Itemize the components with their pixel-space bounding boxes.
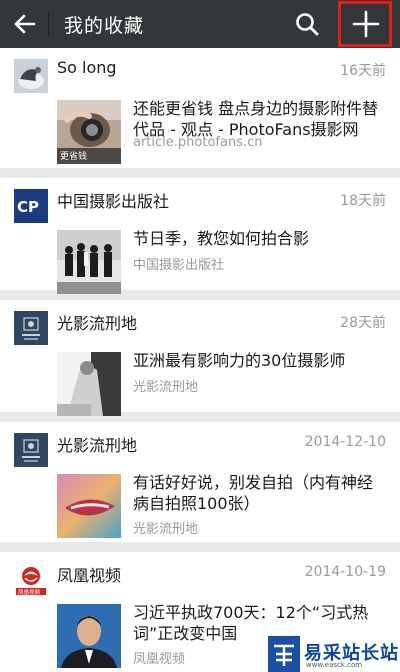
thumbnail bbox=[57, 230, 121, 294]
watermark-logo-icon bbox=[268, 636, 300, 672]
thumbnail bbox=[57, 604, 121, 668]
favorite-item[interactable]: CP 中国摄影出版社 18天前 节日季，教您如何拍合影 中国摄影出版社 bbox=[0, 178, 400, 294]
thumbnail bbox=[57, 474, 121, 538]
timestamp: 18天前 bbox=[340, 193, 386, 209]
avatar bbox=[14, 311, 48, 345]
article-title: 还能更省钱 盘点身边的摄影附件替代品 - 观点 - PhotoFans摄影网 bbox=[133, 99, 379, 139]
svg-text:凤凰视频: 凤凰视频 bbox=[18, 588, 41, 596]
page-title: 我的收藏 bbox=[64, 15, 145, 37]
avatar bbox=[14, 59, 48, 93]
article-title: 节日季，教您如何拍合影 bbox=[133, 229, 310, 248]
timestamp: 2014-10-19 bbox=[304, 564, 386, 580]
favorite-item[interactable]: So long 16天前 更省钱 还能更省钱 盘点身边的摄影附件替代品 - 观点… bbox=[0, 48, 400, 168]
annotation-highlight-box bbox=[338, 1, 392, 47]
article-source: 凤凰视频 bbox=[133, 652, 186, 667]
source-name: 中国摄影出版社 bbox=[57, 192, 170, 211]
avatar bbox=[14, 433, 48, 467]
svg-text:更省钱: 更省钱 bbox=[60, 150, 87, 162]
search-icon[interactable] bbox=[292, 9, 322, 39]
favorites-screen: 我的收藏 So long 16天前 更省钱 还能更省钱 盘点身边的摄影附件替代品… bbox=[0, 0, 400, 672]
source-name: 光影流刑地 bbox=[57, 314, 138, 333]
favorite-item[interactable]: 光影流刑地 28天前 亚洲最有影响力的30位摄影师 光影流刑地 bbox=[0, 300, 400, 416]
article-title: 亚洲最有影响力的30位摄影师 bbox=[133, 351, 346, 370]
thumbnail bbox=[57, 352, 121, 416]
avatar: 凤凰视频 bbox=[14, 563, 48, 597]
thumbnail: 更省钱 bbox=[57, 100, 121, 164]
favorite-item[interactable]: 光影流刑地 2014-12-10 有话好好说，别发自拍（内有神经病自拍照100张… bbox=[0, 422, 400, 542]
timestamp: 16天前 bbox=[340, 63, 386, 79]
source-name: So long bbox=[57, 58, 117, 77]
watermark-url: www.easck.com bbox=[306, 661, 363, 669]
svg-text:CP: CP bbox=[17, 198, 39, 216]
article-source: 光影流刑地 bbox=[133, 522, 199, 537]
source-name: 光影流刑地 bbox=[57, 436, 138, 455]
timestamp: 2014-12-10 bbox=[304, 434, 386, 450]
avatar: CP bbox=[14, 189, 48, 223]
timestamp: 28天前 bbox=[340, 315, 386, 331]
article-source: article.photofans.cn bbox=[133, 135, 263, 150]
article-source: 光影流刑地 bbox=[133, 380, 199, 395]
article-title: 有话好好说，别发自拍（内有神经病自拍照100张） bbox=[133, 473, 374, 513]
back-arrow-icon[interactable] bbox=[10, 9, 40, 39]
watermark: 易采站长站 www.easck.com bbox=[268, 636, 400, 672]
article-source: 中国摄影出版社 bbox=[133, 258, 225, 273]
header-divider bbox=[48, 12, 49, 36]
source-name: 凤凰视频 bbox=[57, 566, 122, 585]
